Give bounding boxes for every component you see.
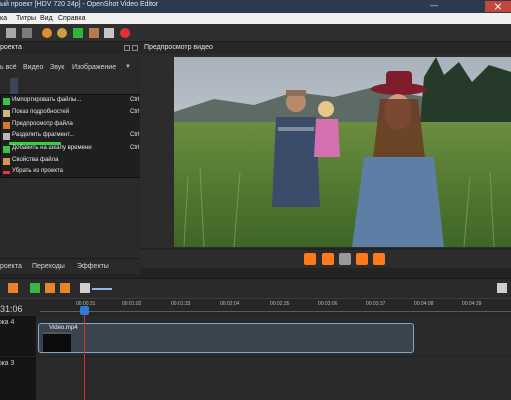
details-icon xyxy=(3,110,10,117)
menu-item-help[interactable]: Справка xyxy=(58,15,85,22)
ctx-label: Показ подробностей xyxy=(12,109,70,115)
timeline-clip[interactable]: Video.mp4 xyxy=(38,323,414,353)
plus-icon xyxy=(3,98,10,105)
ctx-import-files[interactable]: Импортировать файлы... Ctrl+F xyxy=(1,96,157,107)
save-icon[interactable] xyxy=(6,28,16,38)
playhead-line[interactable] xyxy=(84,313,85,400)
ctx-remove-from-project[interactable]: Убрать из проекта xyxy=(1,167,157,178)
ctx-split-clip[interactable]: Разделить фрагмент... Ctrl+X xyxy=(1,131,157,142)
video-preview xyxy=(174,57,511,247)
ctx-label: Разделить фрагмент... xyxy=(12,132,75,138)
snap-icon[interactable] xyxy=(80,283,90,293)
menu-item-file[interactable]: ка xyxy=(0,15,7,22)
track-label: жа 3 xyxy=(0,360,15,367)
fullscreen-icon[interactable] xyxy=(104,28,114,38)
undo-icon[interactable] xyxy=(42,28,52,38)
ctx-preview-file[interactable]: Предпросмотр файла xyxy=(1,120,157,131)
tick-label: 00:04:08 xyxy=(414,301,434,307)
file-thumbnail[interactable] xyxy=(10,78,18,94)
tick-label: 00:01:02 xyxy=(122,301,142,307)
redo-icon[interactable] xyxy=(57,28,67,38)
ruler-axis xyxy=(40,311,511,312)
tick-label: 00:02:04 xyxy=(220,301,240,307)
fast-forward-icon[interactable] xyxy=(356,253,368,265)
save-as-icon[interactable] xyxy=(22,28,32,38)
tab-effects[interactable]: Эффекты xyxy=(77,263,109,270)
ctx-label: Убрать из проекта xyxy=(12,168,63,174)
minimize-button[interactable]: — xyxy=(425,2,443,11)
tab-transitions[interactable]: Переходы xyxy=(32,263,65,270)
preview-title: Предпросмотр видео xyxy=(144,44,213,51)
time-readout: 31:06 xyxy=(0,304,23,314)
context-menu: Импортировать файлы... Ctrl+F Показ подр… xyxy=(0,94,156,178)
timeline-toolbar xyxy=(0,278,511,298)
ctx-add-to-timeline[interactable]: Добавить на шкалу времени Ctrl+W xyxy=(1,144,157,155)
jump-start-icon[interactable] xyxy=(304,253,316,265)
remove-icon xyxy=(3,171,10,174)
filter-video[interactable]: Видео xyxy=(23,64,43,71)
filter-audio[interactable]: Звук xyxy=(50,64,64,71)
track-label: жа 4 xyxy=(0,319,15,326)
filter-dropdown-icon[interactable]: ▼ xyxy=(125,64,131,70)
menu-bar: ка Титры Вид Справка xyxy=(0,13,511,24)
tick-label: 00:01:33 xyxy=(171,301,191,307)
tick-label: 00:03:37 xyxy=(366,301,386,307)
menu-item-titles[interactable]: Титры xyxy=(16,15,36,22)
tab-project-files[interactable]: роекта xyxy=(0,263,22,270)
timeline-options-icon[interactable] xyxy=(497,283,507,293)
close-panel-button[interactable] xyxy=(132,45,138,51)
jump-end-icon[interactable] xyxy=(373,253,385,265)
filter-images[interactable]: Изображение xyxy=(72,64,116,71)
playhead-handle[interactable] xyxy=(80,306,89,315)
filter-tabs: ь всё Видео Звук Изображение ▼ xyxy=(0,60,140,76)
ctx-label: Предпросмотр файла xyxy=(12,121,73,127)
ctx-label: Импортировать файлы... xyxy=(12,97,82,103)
next-marker-icon[interactable] xyxy=(60,283,70,293)
panel-title: роекта xyxy=(0,44,22,51)
tick-label: 00:02:35 xyxy=(270,301,290,307)
panel-header: роекта xyxy=(0,42,140,54)
split-icon xyxy=(3,133,10,140)
main-toolbar xyxy=(0,24,511,42)
filter-all[interactable]: ь всё xyxy=(0,64,17,71)
clip-thumbnail xyxy=(43,332,71,352)
tick-label: 00:04:39 xyxy=(462,301,482,307)
ctx-show-details[interactable]: Показ подробностей Ctrl+D xyxy=(1,108,157,119)
timeline-ruler[interactable]: 31:06 00:00:31 00:01:02 00:01:33 00:02:0… xyxy=(0,298,511,316)
preview-icon xyxy=(3,122,10,129)
title-bar: ый проект [HDV 720 24p] - OpenShot Video… xyxy=(0,0,511,13)
previous-marker-icon[interactable] xyxy=(45,283,55,293)
pause-icon[interactable] xyxy=(339,253,351,265)
ctx-label: Добавить на шкалу времени xyxy=(12,145,92,151)
playback-controls xyxy=(140,250,511,268)
track-3: жа 3 xyxy=(0,357,511,400)
rewind-icon[interactable] xyxy=(322,253,334,265)
window-title: ый проект [HDV 720 24p] - OpenShot Video… xyxy=(0,1,159,8)
video-frame-image xyxy=(174,57,511,247)
properties-icon xyxy=(3,158,10,165)
menu-item-view[interactable]: Вид xyxy=(40,15,53,22)
zoom-slider[interactable] xyxy=(92,288,112,290)
import-icon[interactable] xyxy=(73,28,83,38)
profile-icon[interactable] xyxy=(89,28,99,38)
track-body[interactable] xyxy=(36,357,511,400)
add-track-icon[interactable] xyxy=(30,283,40,293)
bottom-tabs: роекта Переходы Эффекты xyxy=(0,258,140,274)
ctx-file-properties[interactable]: Свойства файла xyxy=(1,156,157,167)
plus-icon xyxy=(3,146,10,153)
ctx-label: Свойства файла xyxy=(12,157,59,163)
tick-label: 00:03:06 xyxy=(318,301,338,307)
preview-header: Предпросмотр видео xyxy=(140,42,511,54)
clip-name: Video.mp4 xyxy=(49,325,78,331)
razor-icon[interactable] xyxy=(8,283,18,293)
export-icon[interactable] xyxy=(120,28,130,38)
close-button[interactable] xyxy=(485,1,511,12)
float-panel-button[interactable] xyxy=(124,45,130,51)
